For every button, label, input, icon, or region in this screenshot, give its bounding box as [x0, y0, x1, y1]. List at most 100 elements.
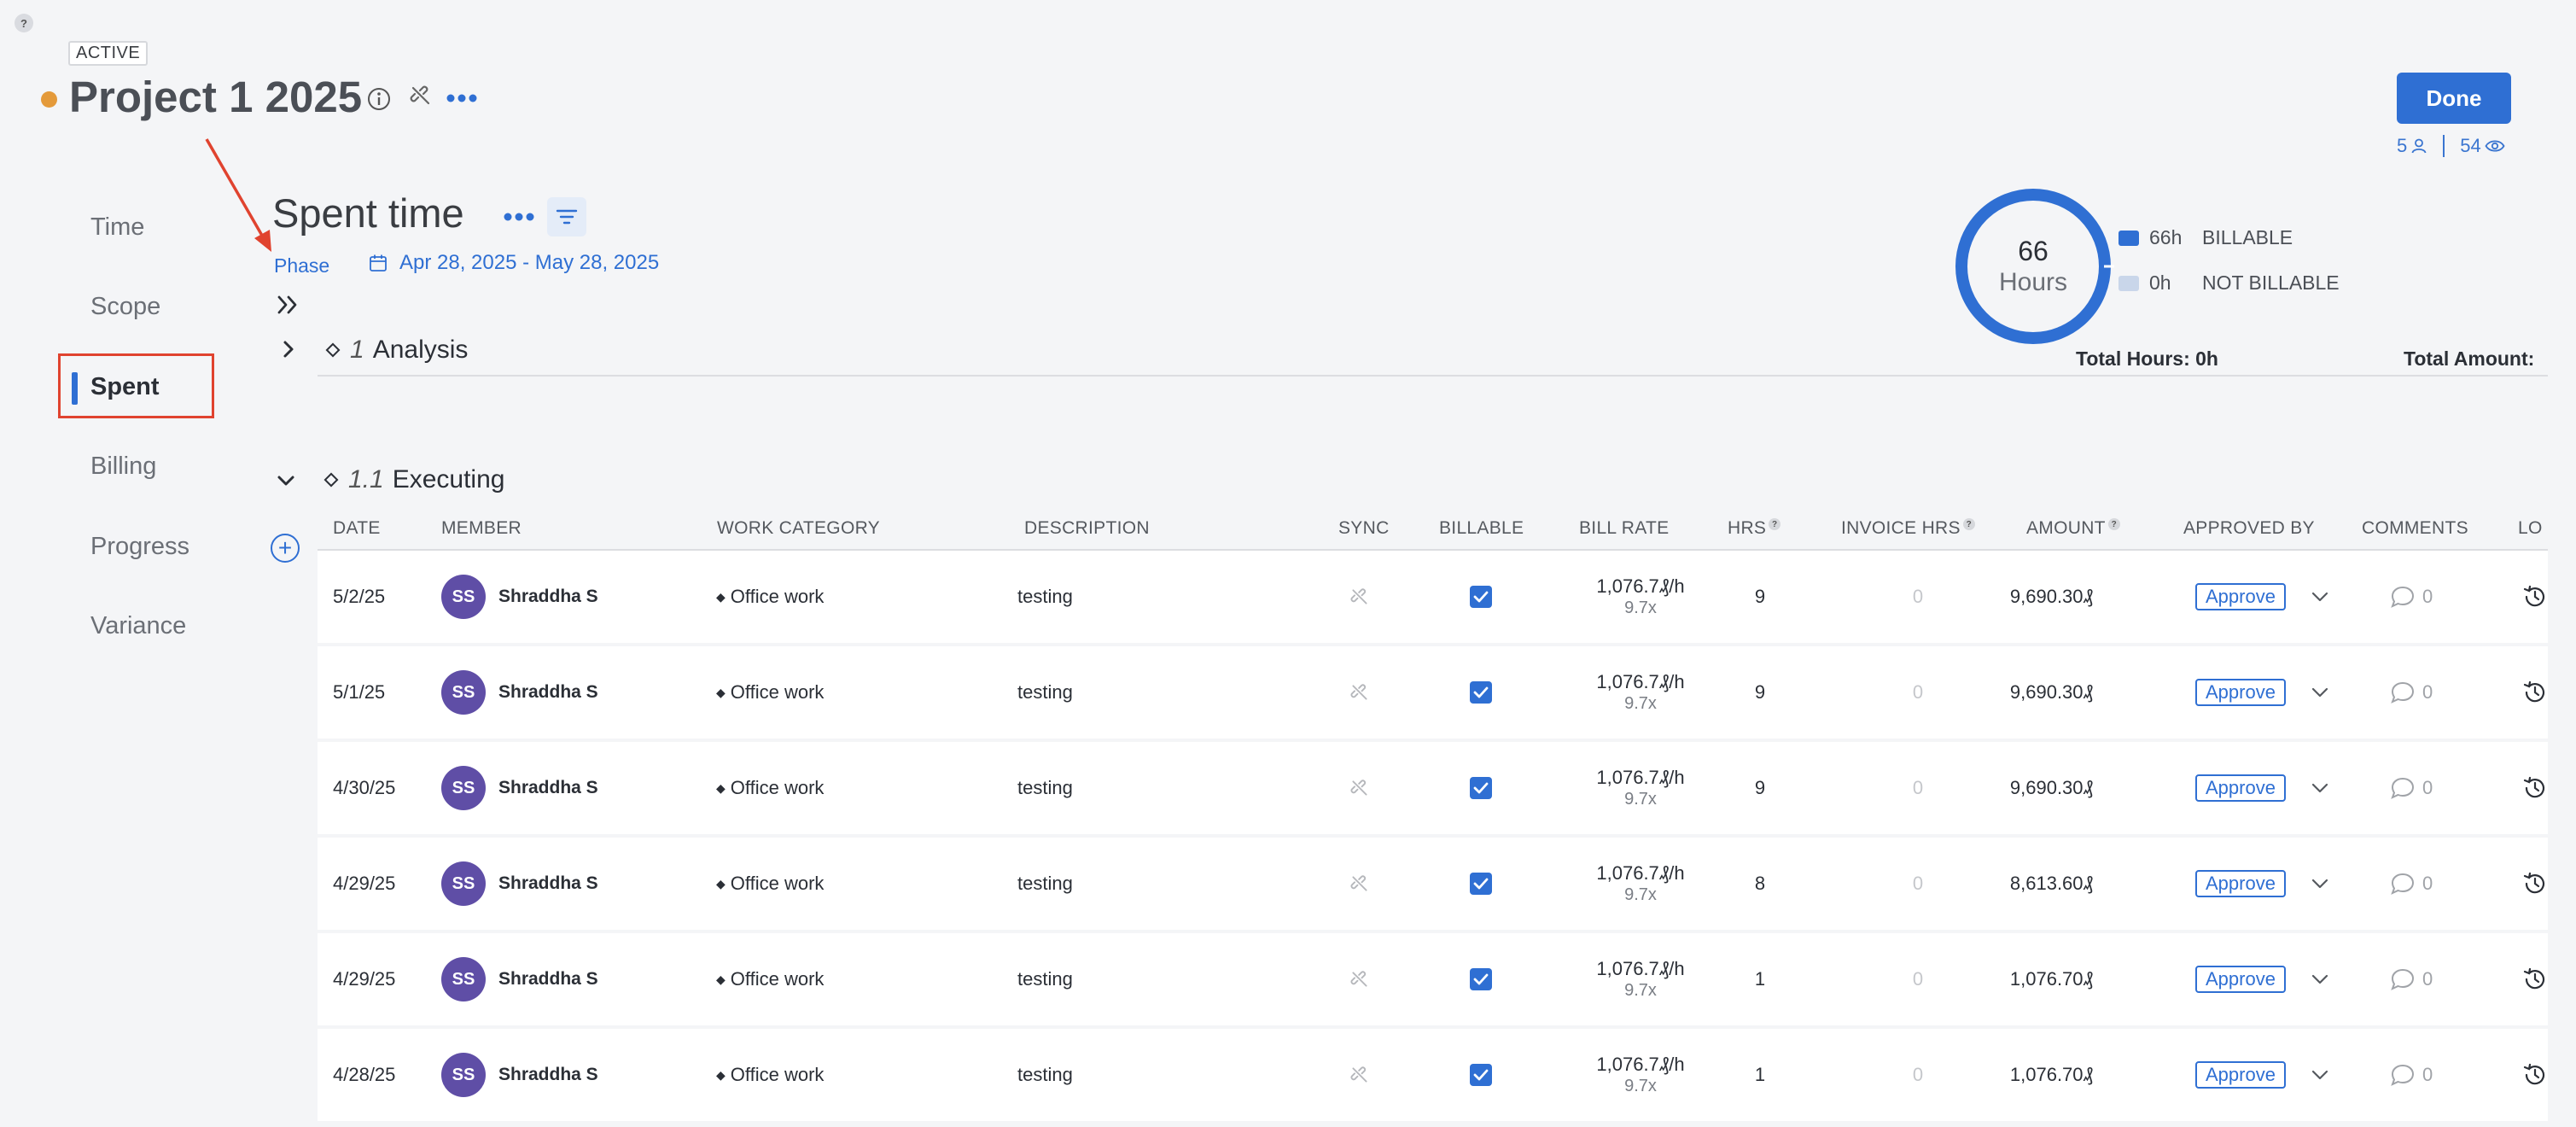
cell-hrs[interactable]: 9 — [1743, 646, 1777, 739]
phase-analysis[interactable]: 1 Analysis — [324, 336, 468, 365]
comment-icon[interactable] — [2390, 776, 2416, 800]
col-header-hrs[interactable]: HRS? — [1728, 518, 1781, 539]
cell-member[interactable]: SS Shraddha S — [441, 933, 598, 1025]
col-header-approved-by[interactable]: APPROVED BY — [2183, 518, 2315, 539]
chevron-down-icon[interactable] — [2311, 974, 2328, 984]
help-icon[interactable]: ? — [2107, 518, 2120, 530]
cell-member[interactable]: SS Shraddha S — [441, 1029, 598, 1121]
history-icon[interactable] — [2522, 680, 2548, 705]
approve-button[interactable]: Approve — [2195, 679, 2286, 706]
table-row[interactable]: 4/30/25 SS Shraddha S ◆ Office work test… — [318, 742, 2548, 834]
cell-billable[interactable] — [1470, 1029, 1492, 1121]
done-button[interactable]: Done — [2397, 73, 2511, 124]
cell-sync[interactable] — [1350, 1029, 1369, 1121]
info-icon[interactable] — [366, 86, 392, 112]
cell-comments[interactable]: 0 — [2390, 742, 2433, 834]
views-count[interactable]: 54 — [2460, 135, 2480, 157]
cell-log[interactable] — [2522, 933, 2548, 1025]
cell-invoice-hrs[interactable]: 0 — [1897, 1029, 1939, 1121]
cell-billable[interactable] — [1470, 933, 1492, 1025]
cell-log[interactable] — [2522, 742, 2548, 834]
sync-icon[interactable] — [1350, 874, 1369, 893]
cell-hrs[interactable]: 8 — [1743, 838, 1777, 930]
sync-icon[interactable] — [1350, 779, 1369, 797]
cell-description[interactable]: testing — [1017, 742, 1073, 834]
cell-approved-by[interactable]: Approve — [2195, 838, 2328, 930]
filter-button[interactable] — [547, 197, 586, 236]
cell-member[interactable]: SS Shraddha S — [441, 742, 598, 834]
history-icon[interactable] — [2522, 966, 2548, 992]
cell-member[interactable]: SS Shraddha S — [441, 551, 598, 643]
chevron-down-icon[interactable] — [2311, 687, 2328, 698]
help-icon[interactable]: ? — [1769, 518, 1781, 530]
cell-description[interactable]: testing — [1017, 933, 1073, 1025]
cell-comments[interactable]: 0 — [2390, 646, 2433, 739]
more-icon[interactable] — [446, 87, 478, 109]
col-header-comments[interactable]: COMMENTS — [2362, 518, 2468, 539]
checkbox-checked-icon[interactable] — [1470, 873, 1492, 895]
sync-icon[interactable] — [1350, 970, 1369, 989]
cell-hrs[interactable]: 9 — [1743, 742, 1777, 834]
cell-approved-by[interactable]: Approve — [2195, 742, 2328, 834]
cell-approved-by[interactable]: Approve — [2195, 1029, 2328, 1121]
expand-all-icon[interactable] — [275, 292, 300, 318]
col-header-sync[interactable]: SYNC — [1338, 518, 1390, 539]
help-icon[interactable]: ? — [15, 14, 33, 32]
chevron-down-icon[interactable] — [2311, 1070, 2328, 1080]
cell-member[interactable]: SS Shraddha S — [441, 838, 598, 930]
cell-billable[interactable] — [1470, 742, 1492, 834]
help-icon[interactable]: ? — [1962, 518, 1975, 530]
approve-button[interactable]: Approve — [2195, 966, 2286, 993]
checkbox-checked-icon[interactable] — [1470, 777, 1492, 799]
col-header-amount[interactable]: AMOUNT? — [2026, 518, 2120, 539]
cell-sync[interactable] — [1350, 933, 1369, 1025]
cell-approved-by[interactable]: Approve — [2195, 933, 2328, 1025]
cell-invoice-hrs[interactable]: 0 — [1897, 742, 1939, 834]
date-range-picker[interactable]: Apr 28, 2025 - May 28, 2025 — [369, 251, 659, 275]
comment-icon[interactable] — [2390, 967, 2416, 991]
nav-item-billing[interactable]: Billing — [90, 453, 156, 481]
chevron-down-icon[interactable] — [2311, 879, 2328, 889]
cell-description[interactable]: testing — [1017, 551, 1073, 643]
approve-button[interactable]: Approve — [2195, 774, 2286, 802]
cell-hrs[interactable]: 9 — [1743, 551, 1777, 643]
sync-icon[interactable] — [1350, 683, 1369, 702]
table-row[interactable]: 4/29/25 SS Shraddha S ◆ Office work test… — [318, 933, 2548, 1025]
col-header-description[interactable]: DESCRIPTION — [1024, 518, 1150, 539]
cell-description[interactable]: testing — [1017, 646, 1073, 739]
comment-icon[interactable] — [2390, 585, 2416, 609]
cell-invoice-hrs[interactable]: 0 — [1897, 838, 1939, 930]
col-header-bill-rate[interactable]: BILL RATE — [1579, 518, 1669, 539]
table-row[interactable]: 5/2/25 SS Shraddha S ◆ Office work testi… — [318, 551, 2548, 643]
cell-log[interactable] — [2522, 838, 2548, 930]
checkbox-checked-icon[interactable] — [1470, 586, 1492, 608]
table-row[interactable]: 4/28/25 SS Shraddha S ◆ Office work test… — [318, 1029, 2548, 1121]
table-row[interactable]: 4/29/25 SS Shraddha S ◆ Office work test… — [318, 838, 2548, 930]
comment-icon[interactable] — [2390, 1063, 2416, 1087]
comment-icon[interactable] — [2390, 680, 2416, 704]
comment-icon[interactable] — [2390, 872, 2416, 896]
sync-icon[interactable] — [1350, 1066, 1369, 1084]
col-header-billable[interactable]: BILLABLE — [1439, 518, 1524, 539]
cell-hrs[interactable]: 1 — [1743, 933, 1777, 1025]
nav-item-progress[interactable]: Progress — [90, 533, 189, 561]
chevron-down-icon[interactable] — [2311, 592, 2328, 602]
history-icon[interactable] — [2522, 584, 2548, 610]
unlink-icon[interactable] — [408, 83, 434, 108]
cell-log[interactable] — [2522, 646, 2548, 739]
cell-member[interactable]: SS Shraddha S — [441, 646, 598, 739]
col-header-work-category[interactable]: WORK CATEGORY — [717, 518, 880, 539]
cell-hrs[interactable]: 1 — [1743, 1029, 1777, 1121]
phase-link[interactable]: Phase — [274, 254, 329, 277]
add-entry-button[interactable]: + — [271, 534, 300, 563]
cell-billable[interactable] — [1470, 838, 1492, 930]
nav-item-variance[interactable]: Variance — [90, 612, 186, 640]
cell-comments[interactable]: 0 — [2390, 1029, 2433, 1121]
chevron-down-icon[interactable] — [2311, 783, 2328, 793]
cell-sync[interactable] — [1350, 742, 1369, 834]
cell-comments[interactable]: 0 — [2390, 551, 2433, 643]
cell-invoice-hrs[interactable]: 0 — [1897, 646, 1939, 739]
section-more-icon[interactable] — [502, 207, 536, 227]
nav-item-time[interactable]: Time — [90, 213, 144, 242]
checkbox-checked-icon[interactable] — [1470, 681, 1492, 704]
